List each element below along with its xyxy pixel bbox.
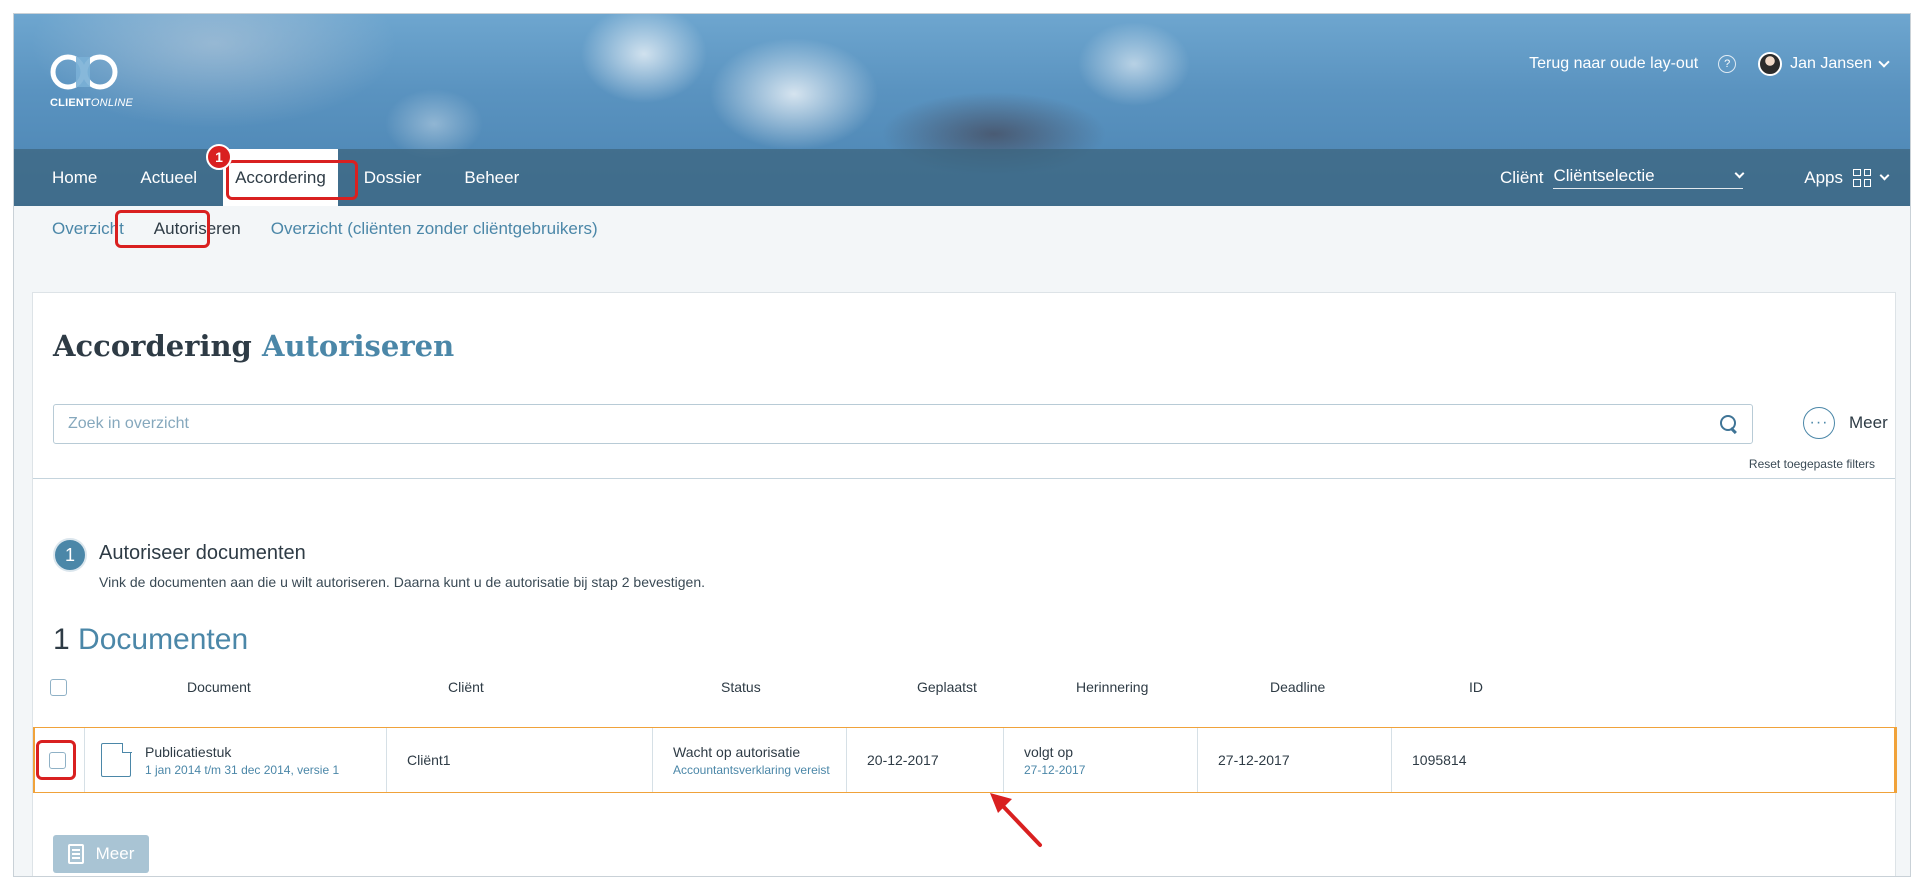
nav-item-actueel[interactable]: Actueel bbox=[128, 149, 209, 206]
reminder-text: volgt op bbox=[1024, 743, 1074, 760]
chevron-down-icon bbox=[1879, 170, 1890, 180]
bulk-more-button[interactable]: Meer bbox=[53, 835, 149, 873]
column-header-client[interactable]: Cliënt bbox=[448, 679, 484, 695]
column-header-geplaatst[interactable]: Geplaatst bbox=[917, 679, 977, 695]
table-row[interactable]: Publicatiestuk 1 jan 2014 t/m 31 dec 201… bbox=[33, 727, 1897, 793]
documents-heading: 1 Documenten bbox=[53, 623, 249, 656]
column-header-herinnering[interactable]: Herinnering bbox=[1076, 679, 1148, 695]
reminder-date: 27-12-2017 bbox=[1024, 762, 1086, 777]
logo-mark-icon bbox=[50, 54, 118, 90]
step-title: Autoriseer documenten bbox=[99, 542, 306, 564]
document-period: 1 jan 2014 t/m 31 dec 2014, versie 1 bbox=[145, 762, 340, 777]
deadline-cell: 27-12-2017 bbox=[1198, 728, 1392, 792]
client-select-value: Cliëntselectie bbox=[1553, 166, 1655, 185]
search-box bbox=[53, 404, 1753, 444]
table-header: Document Cliënt Status Geplaatst Herinne… bbox=[33, 673, 1895, 703]
reminder-cell: volgt op 27-12-2017 bbox=[1004, 728, 1198, 792]
search-input[interactable] bbox=[68, 415, 1720, 433]
bulk-more-label: Meer bbox=[95, 844, 135, 863]
column-header-deadline[interactable]: Deadline bbox=[1270, 679, 1325, 695]
column-header-status[interactable]: Status bbox=[721, 679, 761, 695]
column-header-document[interactable]: Document bbox=[187, 679, 251, 695]
step-section: 1 Autoriseer documenten Vink de document… bbox=[53, 538, 705, 590]
client-label: Cliënt bbox=[1500, 167, 1544, 187]
nav-item-home[interactable]: Home bbox=[40, 149, 109, 206]
user-name: Jan Jansen bbox=[1790, 55, 1872, 72]
status-text: Wacht op autorisatie bbox=[673, 743, 801, 760]
column-header-id[interactable]: ID bbox=[1469, 679, 1483, 695]
reset-filters-link[interactable]: Reset toegepaste filters bbox=[1749, 457, 1875, 471]
subnav-item-autoriseren[interactable]: Autoriseren bbox=[154, 219, 241, 239]
document-name[interactable]: Publicatiestuk bbox=[145, 744, 339, 760]
more-options-button[interactable]: ··· Meer bbox=[1803, 407, 1888, 439]
logo[interactable]: CLIENTONLINE bbox=[48, 52, 138, 112]
row-checkbox[interactable] bbox=[49, 751, 66, 769]
content-card: Accordering Autoriseren ··· Meer Reset t… bbox=[32, 292, 1897, 876]
placed-cell: 20-12-2017 bbox=[847, 728, 1004, 792]
chevron-down-icon bbox=[1878, 55, 1890, 68]
apps-menu[interactable]: Apps bbox=[1804, 149, 1890, 206]
subnav-item-overzicht-zonder-clientgebruikers[interactable]: Overzicht (cliënten zonder cliëntgebruik… bbox=[271, 219, 598, 239]
client-select-dropdown[interactable]: Cliëntselectie bbox=[1553, 166, 1745, 189]
more-dots-icon: ··· bbox=[1803, 407, 1835, 439]
apps-label: Apps bbox=[1804, 167, 1843, 187]
app-window: CLIENTONLINE Terug naar oude lay-out ? J… bbox=[13, 13, 1911, 877]
avatar bbox=[1758, 52, 1783, 76]
user-menu[interactable]: Jan Jansen bbox=[1758, 52, 1890, 76]
step-number-badge: 1 bbox=[53, 538, 87, 572]
nav-item-dossier[interactable]: Dossier bbox=[352, 149, 434, 206]
logo-text: CLIENTONLINE bbox=[50, 97, 134, 109]
nav-item-beheer[interactable]: Beheer bbox=[452, 149, 531, 206]
help-icon[interactable]: ? bbox=[1718, 55, 1737, 73]
document-list-icon bbox=[67, 844, 84, 864]
chevron-down-icon bbox=[1735, 168, 1745, 179]
status-cell: Wacht op autorisatie Accountantsverklari… bbox=[653, 728, 847, 792]
nav-item-accordering[interactable]: Accordering bbox=[223, 149, 338, 206]
header-actions: Terug naar oude lay-out ? Jan Jansen bbox=[1529, 52, 1890, 76]
more-label: Meer bbox=[1849, 413, 1888, 432]
back-to-old-layout-link[interactable]: Terug naar oude lay-out bbox=[1529, 55, 1698, 73]
subnav-item-overzicht[interactable]: Overzicht bbox=[52, 219, 124, 239]
search-icon[interactable] bbox=[1720, 415, 1738, 433]
step-description: Vink de documenten aan die u wilt autori… bbox=[99, 574, 706, 590]
annotation-step-badge: 1 bbox=[206, 144, 232, 170]
status-sub-link[interactable]: Accountantsverklaring vereist bbox=[673, 763, 846, 777]
file-icon bbox=[101, 742, 132, 777]
page-title: Accordering Autoriseren bbox=[53, 329, 455, 363]
annotation-arrow-icon bbox=[990, 793, 1042, 847]
divider bbox=[33, 478, 1895, 479]
main-nav: Home Actueel Accordering Dossier Beheer bbox=[40, 149, 550, 206]
document-cell: Publicatiestuk 1 jan 2014 t/m 31 dec 201… bbox=[85, 728, 387, 792]
client-cell: Cliënt1 bbox=[387, 728, 653, 792]
select-all-checkbox[interactable] bbox=[50, 679, 67, 696]
id-cell: 1095814 bbox=[1412, 752, 1467, 768]
client-selector: Cliënt Cliëntselectie bbox=[1500, 149, 1745, 206]
grid-icon bbox=[1853, 168, 1871, 187]
sub-nav: Overzicht Autoriseren Overzicht (cliënte… bbox=[52, 219, 598, 239]
row-select-cell bbox=[35, 728, 85, 792]
